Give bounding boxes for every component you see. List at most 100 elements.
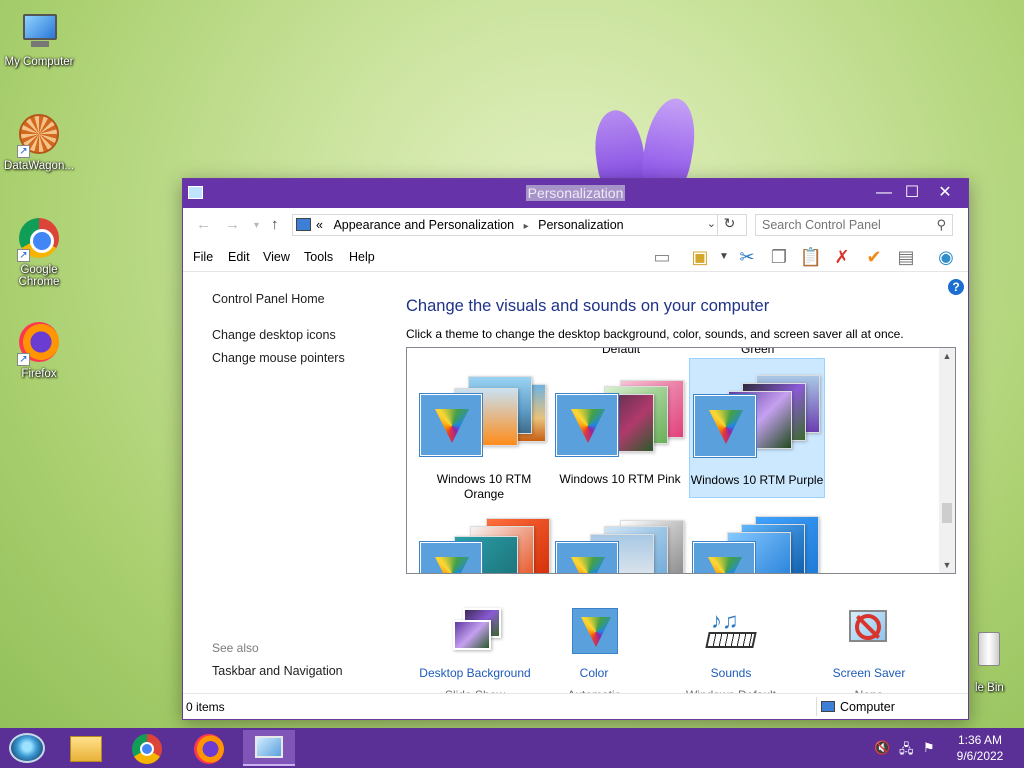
action-center-icon[interactable]: ⚑ — [923, 740, 935, 756]
taskbar-control-panel[interactable] — [243, 730, 295, 766]
color-palette-icon — [692, 541, 756, 573]
color-palette-icon — [419, 541, 483, 573]
taskbar-file-explorer[interactable] — [60, 730, 112, 766]
search-input[interactable] — [756, 215, 926, 235]
close-button[interactable]: ✕ — [928, 179, 962, 208]
maximize-button[interactable]: ☐ — [895, 179, 929, 208]
breadcrumb-overflow[interactable]: « — [316, 218, 323, 232]
title-bar[interactable]: Personalization — ☐ ✕ — [183, 179, 968, 208]
computer-icon — [17, 10, 61, 54]
item-count: 0 items — [186, 700, 225, 714]
screen-saver-icon — [843, 608, 895, 654]
breadcrumb-separator-icon[interactable]: ▸ — [524, 221, 529, 232]
delete-icon[interactable]: ✗ — [829, 245, 855, 269]
scroll-thumb[interactable] — [942, 503, 952, 523]
start-button[interactable] — [9, 733, 45, 763]
cut-icon[interactable]: ✂ — [734, 245, 760, 269]
clock-time: 1:36 AM — [957, 733, 1003, 747]
computer-icon — [821, 701, 835, 712]
recycle-bin-icon — [978, 632, 1000, 666]
paste-icon[interactable]: 📋 — [798, 245, 824, 269]
shortcut-arrow-icon: ↗ — [17, 249, 30, 262]
color-palette-icon — [419, 393, 483, 457]
see-also-heading: See also — [212, 641, 259, 655]
setting-label[interactable]: Screen Saver — [799, 666, 939, 680]
desktop-icon-label: le Bin — [975, 682, 1004, 694]
chrome-icon — [132, 734, 162, 764]
search-icon[interactable]: ⚲ — [936, 217, 946, 233]
properties-icon[interactable]: ▣ — [687, 245, 713, 269]
theme-list[interactable]: Default Green Windows 10 RTM Orange Wind… — [406, 347, 956, 574]
status-divider — [816, 697, 817, 716]
theme-list-scrollbar[interactable]: ▲ ▼ — [939, 348, 955, 573]
menu-help[interactable]: Help — [349, 250, 375, 264]
breadcrumb-item-appearance[interactable]: Appearance and Personalization — [333, 218, 514, 232]
desktop-background-icon — [449, 608, 501, 654]
clock[interactable]: 1:36 AM 9/6/2022 — [950, 732, 1010, 764]
desktop-icon-label: DataWagon... — [4, 160, 74, 172]
theme-label-green: Green — [741, 347, 775, 356]
desktop-icon-datawagon[interactable]: ↗ DataWagon... — [1, 112, 77, 172]
sidebar-link-change-mouse-pointers[interactable]: Change mouse pointers — [212, 351, 345, 365]
theme-item-purple[interactable]: Windows 10 RTM Purple — [689, 358, 825, 498]
scroll-down-icon[interactable]: ▼ — [939, 560, 955, 570]
setting-sounds[interactable]: ♪♫ Sounds Windows Default — [661, 608, 801, 702]
refresh-icon[interactable]: ↻ — [717, 215, 741, 235]
theme-item-gray[interactable] — [552, 506, 688, 573]
taskbar: 🔇 🖧 ⚑ 1:36 AM 9/6/2022 — [0, 728, 1024, 768]
volume-muted-icon[interactable]: 🔇 — [874, 740, 890, 756]
setting-color[interactable]: Color Automatic — [524, 608, 664, 702]
address-field[interactable]: « Appearance and Personalization ▸ Perso… — [292, 214, 747, 236]
back-button[interactable]: ← — [196, 216, 211, 233]
sidebar-link-control-panel-home[interactable]: Control Panel Home — [212, 292, 325, 306]
menu-file[interactable]: File — [193, 250, 213, 264]
menu-edit[interactable]: Edit — [228, 250, 250, 264]
menu-bar: File Edit View Tools Help ▭ ▣ ▼ ✂ ❐ 📋 ✗ … — [183, 242, 968, 272]
file-explorer-icon — [70, 736, 102, 762]
copy-icon[interactable]: ❐ — [766, 245, 792, 269]
rename-icon[interactable]: ▤ — [893, 245, 919, 269]
sidebar-link-change-desktop-icons[interactable]: Change desktop icons — [212, 328, 336, 342]
theme-item-pink[interactable]: Windows 10 RTM Pink — [552, 358, 688, 498]
theme-name: Windows 10 RTM Orange — [436, 472, 532, 501]
check-icon[interactable]: ✔ — [861, 245, 887, 269]
address-bar-row: ← → ▾ ↑ « Appearance and Personalization… — [183, 208, 968, 242]
desktop-icon-label: My Computer — [4, 56, 74, 68]
breadcrumb-item-personalization[interactable]: Personalization — [538, 218, 623, 232]
chevron-down-icon[interactable]: ⌄ — [707, 217, 716, 230]
theme-item-red[interactable] — [416, 506, 552, 573]
help-icon[interactable]: ? — [948, 279, 964, 295]
setting-label[interactable]: Color — [524, 666, 664, 680]
sidebar-link-taskbar-navigation[interactable]: Taskbar and Navigation — [212, 664, 343, 678]
theme-item-orange[interactable]: Windows 10 RTM Orange — [416, 358, 552, 501]
menu-view[interactable]: View — [263, 250, 290, 264]
network-icon[interactable]: 🖧 — [899, 740, 914, 762]
clock-date: 9/6/2022 — [956, 749, 1004, 763]
desktop-icon-recycle-bin[interactable]: le Bin — [972, 632, 1012, 694]
color-palette-icon — [555, 541, 619, 573]
control-panel-icon — [296, 218, 311, 231]
desktop-icon-my-computer[interactable]: My Computer — [1, 10, 77, 68]
sounds-icon: ♪♫ — [705, 608, 757, 654]
desktop-icon-firefox[interactable]: ↗ Firefox — [1, 320, 77, 380]
layout-icon[interactable]: ▭ — [649, 245, 675, 269]
theme-item-blue[interactable] — [689, 506, 825, 573]
forward-button[interactable]: → — [225, 216, 240, 233]
setting-label[interactable]: Sounds — [661, 666, 801, 680]
page-description: Click a theme to change the desktop back… — [406, 327, 904, 341]
taskbar-chrome[interactable] — [121, 730, 173, 766]
desktop-icon-label: Google Chrome — [18, 264, 60, 288]
search-box[interactable]: ⚲ — [755, 214, 953, 236]
scroll-up-icon[interactable]: ▲ — [939, 351, 955, 361]
status-location: Computer — [821, 700, 895, 714]
taskbar-firefox[interactable] — [183, 730, 235, 766]
desktop-icon-google-chrome[interactable]: ↗ Google Chrome — [1, 216, 77, 288]
sidebar: Control Panel Home Change desktop icons … — [183, 273, 388, 693]
setting-screen-saver[interactable]: Screen Saver None — [799, 608, 939, 702]
shortcut-arrow-icon: ↗ — [17, 145, 30, 158]
theme-name: Windows 10 RTM Pink — [559, 472, 681, 486]
up-button[interactable]: ↑ — [271, 216, 279, 233]
globe-icon[interactable]: ◉ — [933, 245, 959, 269]
menu-tools[interactable]: Tools — [304, 250, 333, 264]
recent-locations-button[interactable]: ▾ — [254, 220, 259, 231]
